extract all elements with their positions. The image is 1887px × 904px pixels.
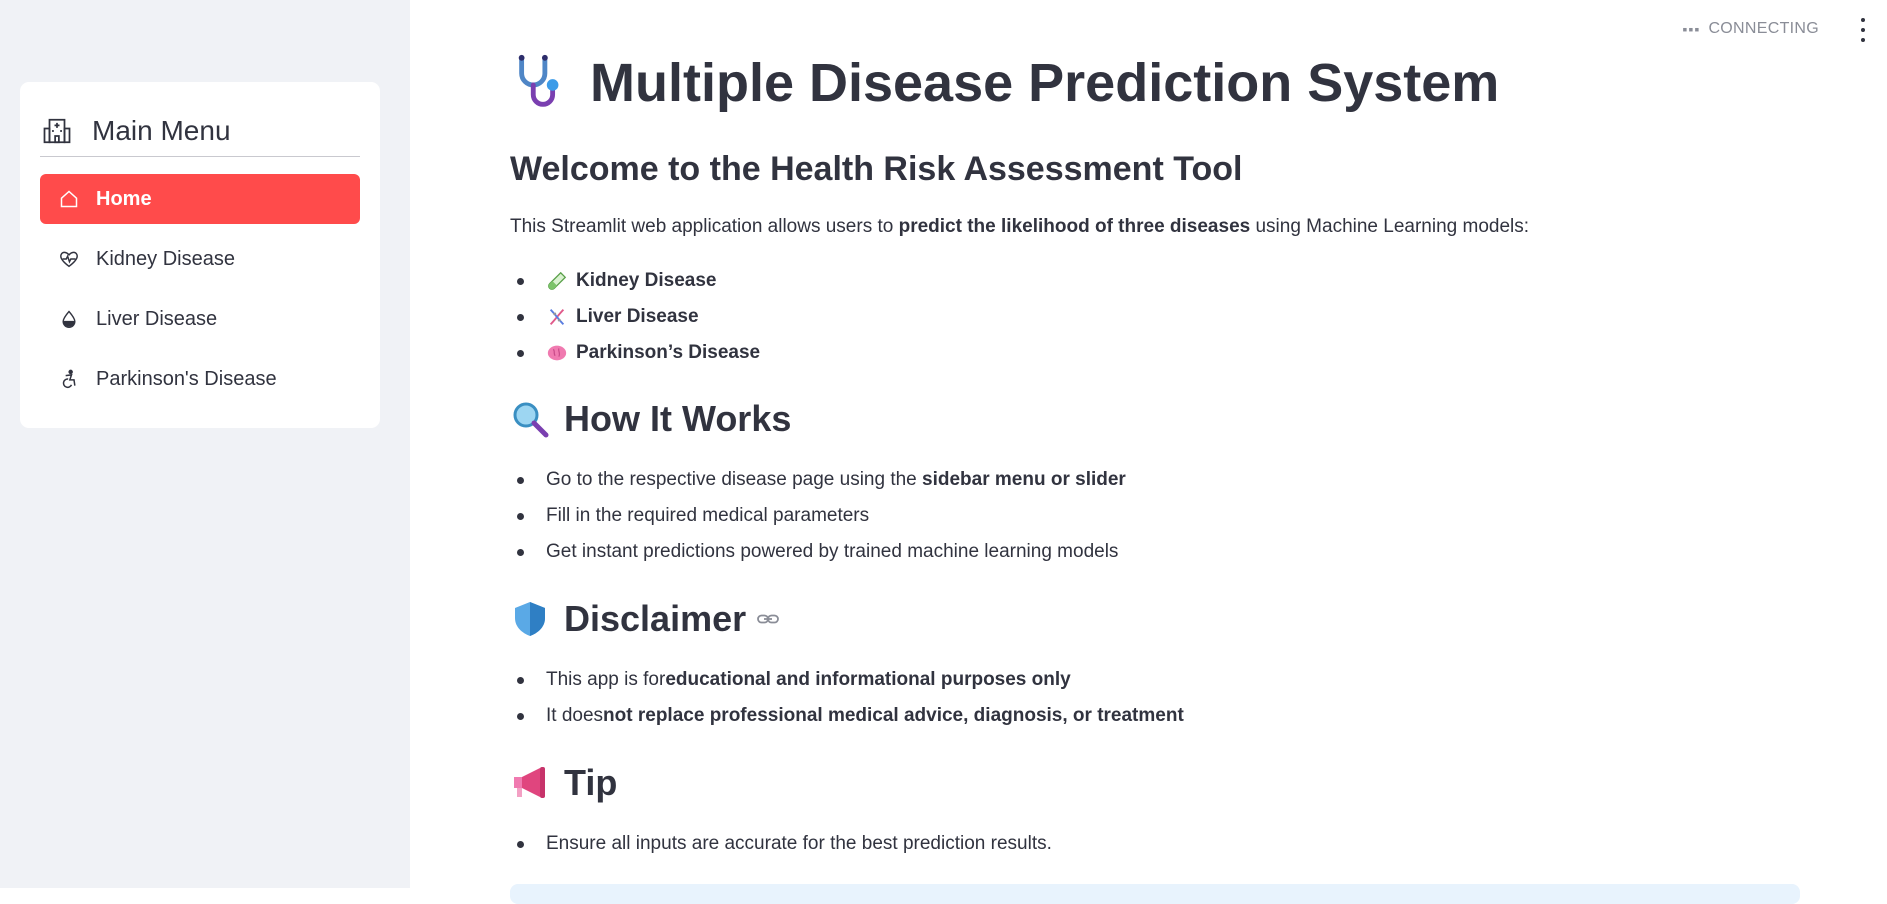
sidebar: Main Menu Home Kidney Disease Liver Dise… — [0, 0, 410, 888]
section-title: Tip — [564, 762, 618, 803]
list-item: Fill in the required medical parameters — [510, 498, 1126, 534]
magnifier-icon — [513, 402, 549, 438]
loading-dots-icon: ▪▪▪ — [1682, 21, 1701, 37]
list-item: Go to the respective disease page using … — [510, 462, 1126, 498]
brain-icon — [547, 345, 567, 361]
list-item-text: Get instant predictions powered by train… — [546, 541, 1119, 562]
sidebar-item-liver-disease[interactable]: Liver Disease — [40, 294, 360, 344]
status-text: CONNECTING — [1708, 20, 1819, 37]
list-item-bold: sidebar menu or slider — [922, 469, 1126, 490]
list-item-label: Kidney Disease — [576, 270, 717, 291]
list-item-text: Ensure all inputs are accurate for the b… — [546, 833, 1052, 854]
sidebar-item-label: Liver Disease — [96, 307, 218, 330]
sidebar-item-kidney-disease[interactable]: Kidney Disease — [40, 234, 360, 284]
tip-heading: Tip — [510, 762, 617, 804]
list-item-text: Go to the respective disease page using … — [546, 469, 917, 490]
list-item: Get instant predictions powered by train… — [510, 534, 1126, 570]
dna-icon — [549, 309, 565, 325]
menu-title: Main Menu — [92, 115, 231, 146]
list-item: Kidney Disease — [510, 263, 760, 299]
info-box — [510, 884, 1800, 904]
droplet-half-icon — [58, 308, 80, 330]
connection-status: ▪▪▪ CONNECTING — [1683, 20, 1819, 38]
list-item-text: It does — [546, 705, 604, 726]
intro-suffix: using Machine Learning models: — [1250, 216, 1530, 237]
sidebar-item-label: Kidney Disease — [96, 247, 235, 270]
list-item: This app is for educational and informat… — [510, 662, 1184, 698]
house-icon — [58, 188, 80, 210]
sidebar-item-label: Home — [96, 187, 152, 210]
shield-icon — [515, 602, 545, 636]
intro-text: This Streamlit web application allows us… — [510, 216, 1529, 238]
menu-divider — [40, 156, 360, 157]
sidebar-item-home[interactable]: Home — [40, 174, 360, 224]
list-item-label: Liver Disease — [576, 306, 699, 327]
list-item-label: Parkinson’s Disease — [576, 342, 761, 363]
list-item-bold: not replace professional medical advice,… — [603, 705, 1184, 726]
list-item: It does not replace professional medical… — [510, 698, 1184, 734]
stethoscope-icon — [518, 54, 559, 107]
welcome-heading: Welcome to the Health Risk Assessment To… — [510, 150, 1243, 188]
list-item-text: Fill in the required medical parameters — [546, 505, 870, 526]
disclaimer-heading: Disclaimer — [510, 598, 780, 640]
anchor-link-icon[interactable] — [756, 607, 780, 631]
intro-prefix: This Streamlit web application allows us… — [510, 216, 899, 237]
heart-pulse-icon — [58, 248, 80, 270]
test-tube-icon — [548, 271, 567, 290]
list-item: Liver Disease — [510, 299, 760, 335]
megaphone-icon — [514, 767, 545, 798]
disease-list: Kidney Disease Liver Disease Parkinson’s… — [510, 263, 760, 371]
menu-header: Main Menu — [20, 106, 340, 156]
disclaimer-list: This app is for educational and informat… — [510, 662, 1184, 734]
tip-list: Ensure all inputs are accurate for the b… — [510, 826, 1052, 862]
section-title: How It Works — [564, 398, 792, 439]
hospital-icon — [43, 118, 71, 144]
intro-bold: predict the likelihood of three diseases — [898, 216, 1251, 237]
sidebar-item-parkinsons-disease[interactable]: Parkinson's Disease — [40, 354, 360, 404]
list-item: Ensure all inputs are accurate for the b… — [510, 826, 1052, 862]
main-menu: Main Menu Home Kidney Disease Liver Dise… — [20, 82, 380, 428]
list-item-bold: educational and informational purposes o… — [665, 669, 1071, 690]
page-title-row: Multiple Disease Prediction System — [510, 52, 1499, 114]
section-title: Disclaimer — [564, 598, 747, 639]
list-item-text: This app is for — [546, 669, 666, 690]
kebab-menu-icon[interactable] — [1853, 18, 1873, 42]
how-it-works-heading: How It Works — [510, 398, 791, 440]
list-item: Parkinson’s Disease — [510, 335, 760, 371]
sidebar-item-label: Parkinson's Disease — [96, 367, 277, 390]
accessibility-icon — [58, 368, 80, 390]
how-it-works-list: Go to the respective disease page using … — [510, 462, 1126, 570]
page-title: Multiple Disease Prediction System — [590, 53, 1500, 113]
